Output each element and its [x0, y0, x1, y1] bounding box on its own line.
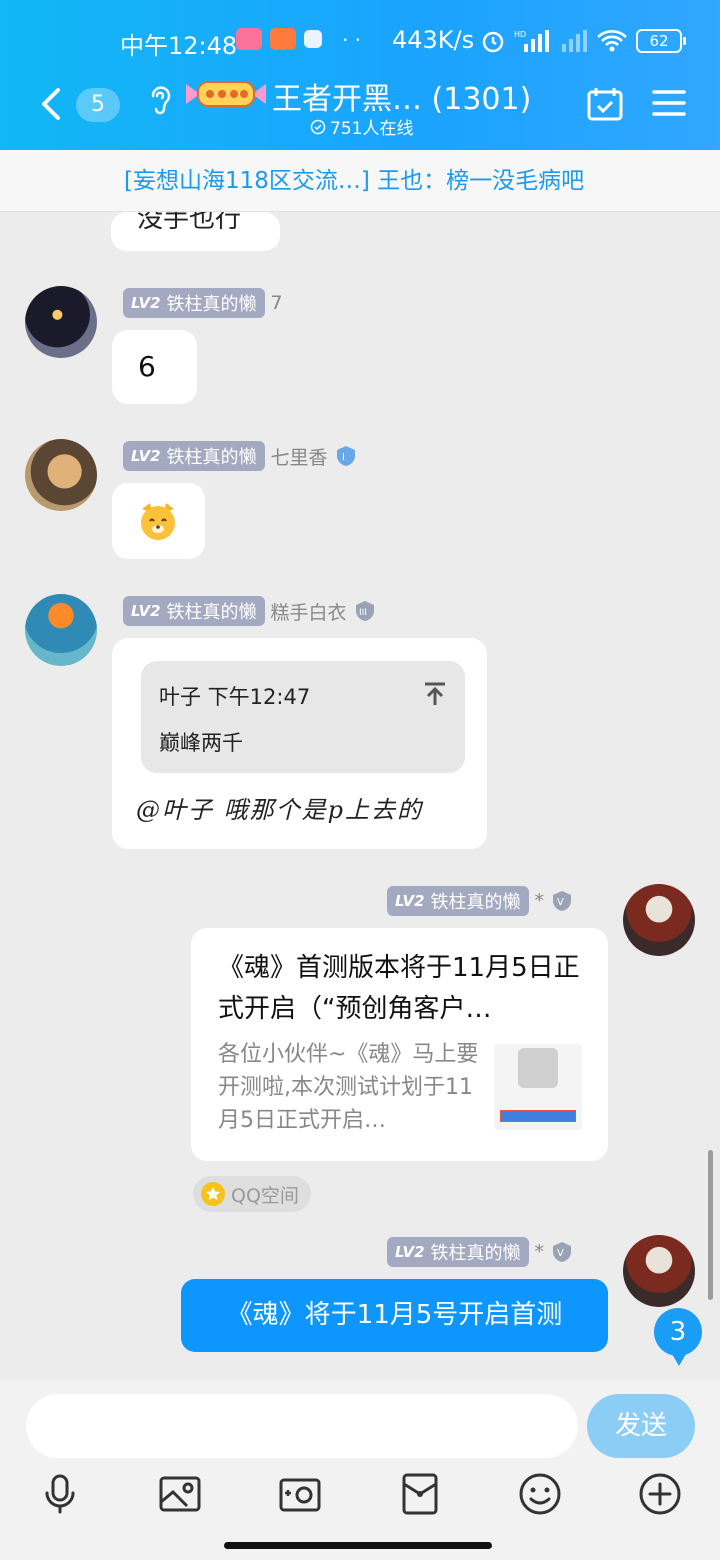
- scrollbar[interactable]: [708, 1150, 713, 1300]
- message-meta: LV2 铁柱真的懒 七里香 I: [123, 441, 358, 471]
- plus-icon[interactable]: [638, 1472, 682, 1516]
- message-input[interactable]: [26, 1394, 578, 1458]
- cat-sticker-icon: [141, 503, 175, 540]
- member-title-badge[interactable]: LV2 铁柱真的懒: [123, 288, 265, 318]
- avatar[interactable]: [25, 286, 97, 358]
- v-badge-icon: V: [553, 891, 572, 911]
- message-bubble[interactable]: 6: [112, 330, 197, 404]
- quote-text: 巅峰两千: [159, 731, 243, 755]
- camera-icon[interactable]: [278, 1472, 322, 1516]
- v-badge-icon: V: [553, 1242, 572, 1262]
- shield-badge-icon: I: [336, 446, 355, 466]
- back-arrow-icon[interactable]: [36, 84, 66, 124]
- alarm-icon: [482, 31, 504, 53]
- check-circle-icon: [310, 119, 326, 134]
- input-area: 发送: [0, 1380, 720, 1560]
- share-card-desc: 各位小伙伴~《魂》马上要开测啦,本次测试计划于11月5日正式开启…: [218, 1042, 479, 1133]
- svg-text:I: I: [342, 452, 345, 463]
- status-time: 中午12:48: [120, 32, 238, 60]
- shield-badge-icon: III: [355, 601, 374, 621]
- shopping-icon: [270, 28, 296, 50]
- message-bubble[interactable]: 没手也行: [111, 212, 280, 251]
- avatar[interactable]: [25, 439, 97, 511]
- online-count[interactable]: 751人在线: [310, 114, 413, 139]
- nickname-suffix: 7: [270, 292, 283, 314]
- message-meta: LV2 铁柱真的懒 * V: [387, 1237, 574, 1267]
- svg-text:V: V: [557, 897, 564, 908]
- my-message-bubble[interactable]: 《魂》将于11月5号开启首测: [181, 1279, 608, 1352]
- quote-author-time: 叶子 下午12:47: [159, 685, 311, 709]
- my-avatar[interactable]: [623, 884, 695, 956]
- emoji-icon[interactable]: [518, 1472, 562, 1516]
- ear-icon[interactable]: [145, 82, 173, 116]
- share-card-thumbnail: [494, 1044, 582, 1130]
- microphone-icon[interactable]: [38, 1472, 82, 1516]
- nickname-suffix: 糕手白衣: [270, 601, 347, 624]
- status-bar: 中午12:48 · · 443K/s HD 62: [0, 22, 720, 62]
- send-button[interactable]: 发送: [587, 1394, 695, 1458]
- member-title-badge[interactable]: LV2 铁柱真的懒: [123, 596, 265, 626]
- red-packet-icon[interactable]: [398, 1472, 442, 1516]
- nickname-suffix: 七里香: [270, 446, 328, 469]
- sticker-bubble[interactable]: [112, 483, 205, 559]
- announcement-bar[interactable]: [妄想山海118区交流…] 王也：榜一没毛病吧: [0, 150, 720, 212]
- message-text: 没手也行: [137, 212, 242, 234]
- menu-icon[interactable]: [652, 88, 686, 118]
- game-logo-image: [518, 1048, 558, 1088]
- app-icon: [304, 30, 322, 48]
- online-count-label: 751人在线: [330, 119, 414, 139]
- source-tag[interactable]: QQ空间: [193, 1176, 311, 1212]
- nickname-suffix: *: [534, 890, 545, 912]
- calendar-check-icon[interactable]: [586, 86, 624, 122]
- notification-icons: [236, 28, 322, 50]
- system-icons: HD 62: [480, 28, 686, 54]
- message-text: @叶子 哦那个是p上去的: [136, 796, 423, 824]
- yyds-badge-icon: [186, 81, 266, 107]
- message-meta: LV2 铁柱真的懒 糕手白衣 III: [123, 596, 377, 626]
- signal2-icon: [562, 30, 587, 52]
- message-meta: LV2 铁柱真的懒 7: [123, 288, 283, 318]
- unread-count-badge[interactable]: 5: [76, 88, 120, 122]
- home-indicator[interactable]: [224, 1542, 492, 1549]
- new-messages-badge[interactable]: 3: [654, 1308, 702, 1366]
- my-avatar[interactable]: [623, 1235, 695, 1307]
- svg-text:HD: HD: [514, 30, 526, 39]
- chat-header: 中午12:48 · · 443K/s HD 62 5 王者开黑… (1301) …: [0, 0, 720, 150]
- more-notifications: · ·: [342, 28, 362, 52]
- message-text: 6: [138, 350, 156, 383]
- battery-indicator: 62: [636, 29, 686, 53]
- message-meta: LV2 铁柱真的懒 * V: [387, 886, 574, 916]
- quoted-message[interactable]: 叶子 下午12:47 巅峰两千: [141, 661, 465, 773]
- member-title-badge[interactable]: LV2 铁柱真的懒: [387, 1237, 529, 1267]
- group-title[interactable]: 王者开黑… (1301): [272, 74, 531, 118]
- jump-to-top-icon[interactable]: [423, 681, 447, 707]
- qzone-star-icon: [201, 1182, 225, 1206]
- image-icon[interactable]: [158, 1472, 202, 1516]
- thumbnail-button-image: [500, 1110, 576, 1122]
- svg-text:V: V: [557, 1248, 564, 1259]
- signal-icon: HD: [514, 30, 549, 52]
- member-title-badge[interactable]: LV2 铁柱真的懒: [387, 886, 529, 916]
- bilibili-icon: [236, 28, 262, 50]
- source-label: QQ空间: [231, 1184, 299, 1207]
- avatar[interactable]: [25, 594, 97, 666]
- network-speed: 443K/s: [392, 26, 475, 54]
- share-card-title: 《魂》首测版本将于11月5日正式开启（“预创角客户…: [218, 953, 580, 1024]
- nickname-suffix: *: [534, 1241, 545, 1263]
- member-title-badge[interactable]: LV2 铁柱真的懒: [123, 441, 265, 471]
- svg-text:III: III: [359, 608, 367, 618]
- wifi-icon: [597, 30, 627, 52]
